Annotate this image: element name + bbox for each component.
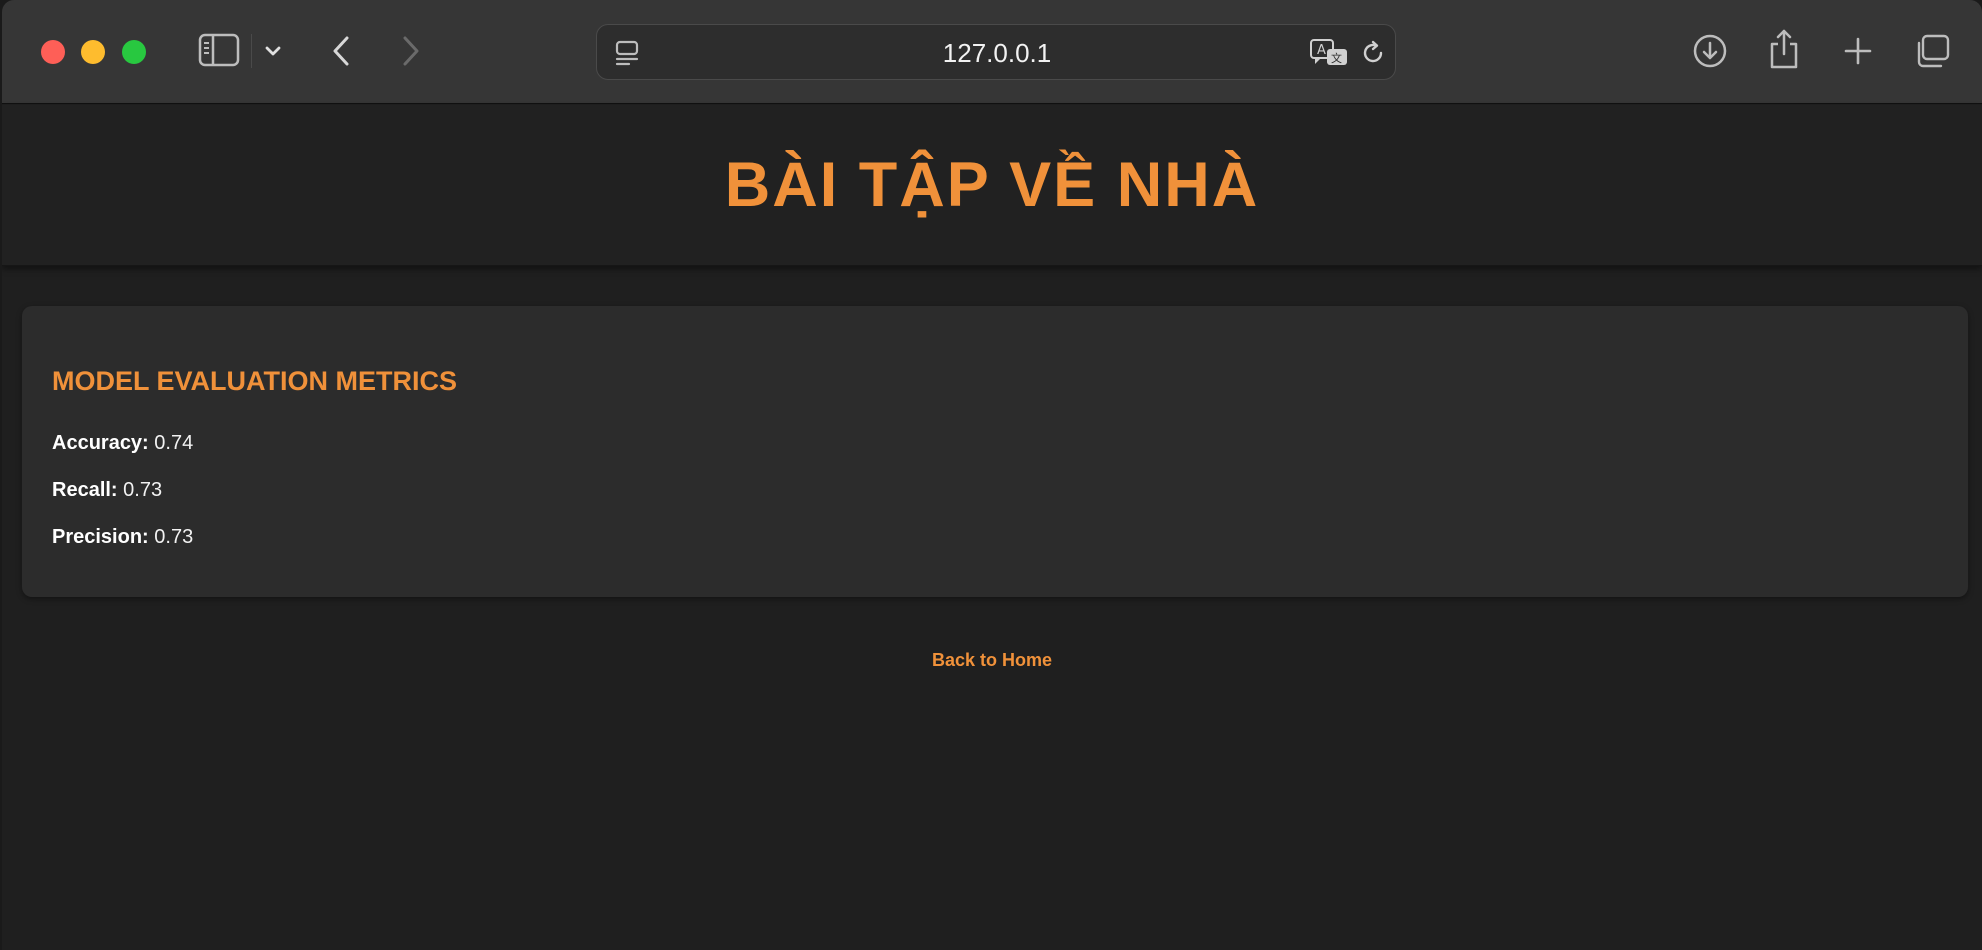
metric-label: Precision: (52, 526, 149, 548)
metric-value: 0.74 (154, 432, 194, 454)
zoom-window-button[interactable] (122, 40, 146, 64)
plus-icon[interactable] (1840, 30, 1876, 72)
metric-precision: Precision: 0.73 (52, 526, 193, 549)
download-icon[interactable] (1690, 30, 1730, 72)
metric-value: 0.73 (154, 526, 194, 548)
close-window-button[interactable] (41, 40, 65, 64)
metrics-card: MODEL EVALUATION METRICS Accuracy: 0.74 … (22, 306, 1968, 597)
metric-label: Accuracy: (52, 432, 149, 454)
reload-icon[interactable] (1359, 39, 1387, 67)
chevron-down-icon[interactable] (260, 38, 286, 64)
back-to-home-link[interactable]: Back to Home (2, 650, 1982, 671)
toolbar-divider (251, 34, 252, 68)
page-title: BÀI TẬP VỀ NHÀ (724, 150, 1260, 220)
browser-window: 127.0.0.1 A 文 BÀI TẬP VỀ NHÀ MODEL EVALU… (2, 0, 1982, 950)
metric-recall: Recall: 0.73 (52, 479, 162, 502)
share-icon[interactable] (1766, 26, 1802, 72)
translate-icon[interactable]: A 文 (1309, 37, 1351, 69)
svg-text:A: A (1317, 43, 1326, 58)
metrics-heading: MODEL EVALUATION METRICS (52, 366, 457, 396)
metric-value: 0.73 (123, 479, 163, 501)
url-text[interactable]: 127.0.0.1 (597, 25, 1397, 81)
reader-icon[interactable] (613, 39, 641, 67)
forward-arrow-icon[interactable] (396, 32, 426, 70)
web-page: BÀI TẬP VỀ NHÀ MODEL EVALUATION METRICS … (2, 105, 1982, 950)
browser-toolbar: 127.0.0.1 A 文 (2, 0, 1982, 104)
back-arrow-icon[interactable] (326, 32, 356, 70)
minimize-window-button[interactable] (81, 40, 105, 64)
metric-accuracy: Accuracy: 0.74 (52, 432, 193, 455)
tab-overview-icon[interactable] (1912, 30, 1952, 72)
svg-text:文: 文 (1331, 51, 1342, 65)
metric-label: Recall: (52, 479, 118, 501)
address-bar[interactable]: 127.0.0.1 A 文 (596, 24, 1396, 80)
sidebar-icon[interactable] (198, 32, 240, 68)
site-header: BÀI TẬP VỀ NHÀ (2, 105, 1982, 266)
